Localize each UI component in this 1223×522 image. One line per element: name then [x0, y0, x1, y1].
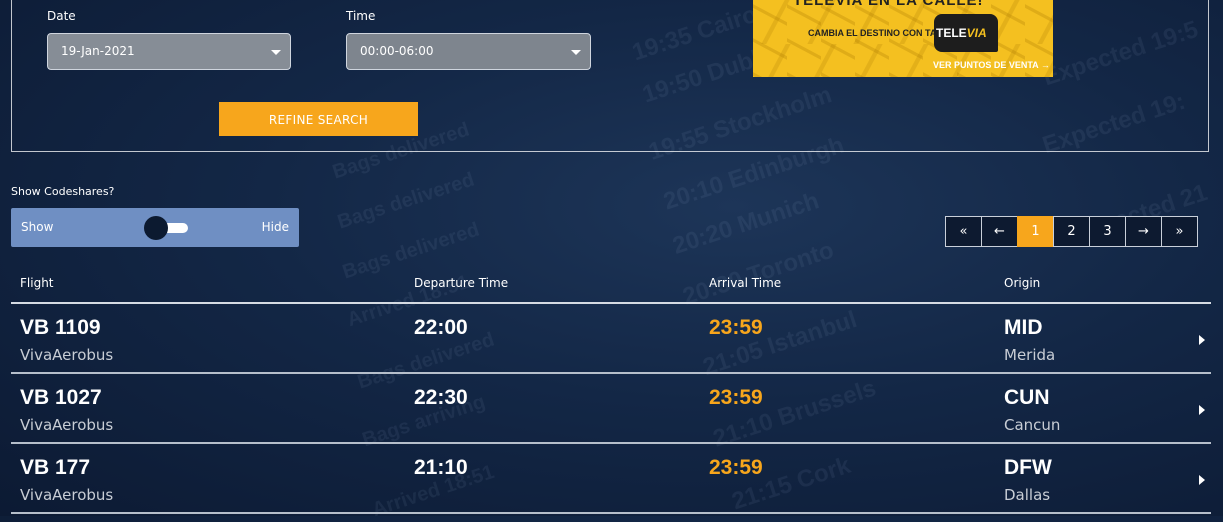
- toggle-hide-label: Hide: [261, 220, 289, 234]
- origin-code: CUN: [1004, 386, 1050, 409]
- page-1-button[interactable]: 1: [1017, 216, 1054, 247]
- date-value: 19-Jan-2021: [61, 44, 135, 58]
- flight-number: VB 1109: [20, 316, 101, 339]
- pagination: « ← 1 2 3 → »: [945, 216, 1198, 247]
- televia-ad-banner[interactable]: TELEVIA EN LA CALLE! CAMBIA EL DESTINO C…: [753, 0, 1053, 77]
- page-prev-button[interactable]: ←: [981, 216, 1018, 247]
- date-select[interactable]: 19-Jan-2021: [47, 33, 291, 70]
- ad-headline: TELEVIA EN LA CALLE!: [793, 0, 984, 9]
- ad-footer-link[interactable]: VER PUNTOS DE VENTA →: [933, 60, 1050, 70]
- ad-tagline: CAMBIA EL DESTINO CON TAG: [808, 28, 944, 38]
- page-2-button[interactable]: 2: [1053, 216, 1090, 247]
- toggle-show-label: Show: [21, 220, 54, 234]
- airline-name: VivaAerobus: [20, 416, 114, 434]
- departure-time: 21:10: [414, 456, 468, 479]
- page-next-button[interactable]: →: [1125, 216, 1162, 247]
- chevron-down-icon: [571, 50, 581, 55]
- header-departure: Departure Time: [414, 276, 509, 290]
- chevron-right-icon[interactable]: [1199, 475, 1205, 485]
- arrival-time: 23:59: [709, 316, 763, 339]
- page-last-button[interactable]: »: [1161, 216, 1198, 247]
- header-arrival: Arrival Time: [709, 276, 782, 290]
- arrival-time: 23:59: [709, 386, 763, 409]
- background-text: Bags delivered: [339, 218, 483, 284]
- page-3-button[interactable]: 3: [1089, 216, 1126, 247]
- flight-row[interactable]: VB 1027 VivaAerobus 22:30 23:59 CUN Canc…: [11, 374, 1211, 444]
- origin-city: Merida: [1004, 346, 1056, 364]
- row-divider: [11, 512, 1211, 514]
- chevron-down-icon: [271, 50, 281, 55]
- departure-time: 22:30: [414, 386, 468, 409]
- flight-number: VB 1027: [20, 386, 102, 409]
- header-flight: Flight: [20, 276, 54, 290]
- time-value: 00:00-06:00: [360, 44, 434, 58]
- airline-name: VivaAerobus: [20, 486, 114, 504]
- flight-number: VB 177: [20, 456, 91, 479]
- header-origin: Origin: [1004, 276, 1041, 290]
- page-first-button[interactable]: «: [945, 216, 982, 247]
- flight-row[interactable]: VB 177 VivaAerobus 21:10 23:59 DFW Dalla…: [11, 444, 1211, 514]
- flight-row[interactable]: VB 1109 VivaAerobus 22:00 23:59 MID Meri…: [11, 304, 1211, 374]
- chevron-right-icon[interactable]: [1199, 335, 1205, 345]
- background-text: 20:30 Toronto: [679, 236, 838, 311]
- origin-code: MID: [1004, 316, 1043, 339]
- toggle-knob[interactable]: [144, 216, 168, 240]
- time-label: Time: [346, 9, 376, 23]
- time-select[interactable]: 00:00-06:00: [346, 33, 591, 70]
- date-label: Date: [47, 9, 76, 23]
- arrival-time: 23:59: [709, 456, 763, 479]
- background-text: 20:20 Munich: [669, 187, 823, 260]
- origin-code: DFW: [1004, 456, 1052, 479]
- refine-search-button[interactable]: REFINE SEARCH: [219, 102, 418, 136]
- origin-city: Cancun: [1004, 416, 1061, 434]
- codeshare-toggle[interactable]: Show Hide: [11, 208, 299, 247]
- codeshare-label: Show Codeshares?: [11, 185, 115, 198]
- departure-time: 22:00: [414, 316, 468, 339]
- chevron-right-icon[interactable]: [1199, 405, 1205, 415]
- airline-name: VivaAerobus: [20, 346, 114, 364]
- televia-logo-text: TELEVIA: [936, 26, 987, 40]
- origin-city: Dallas: [1004, 486, 1051, 504]
- background-text: Bags delivered: [334, 168, 478, 234]
